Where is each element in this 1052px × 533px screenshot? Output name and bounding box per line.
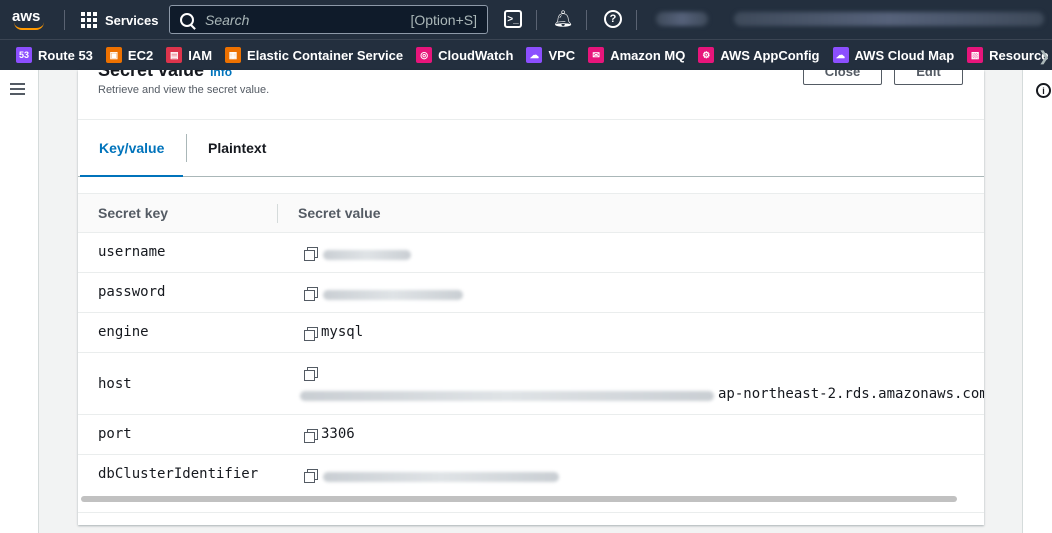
vpc-icon: ☁: [526, 47, 543, 63]
search-input[interactable]: Search [Option+S]: [169, 5, 488, 34]
copy-icon[interactable]: [304, 469, 318, 483]
favorite-label: AWS AppConfig: [720, 47, 820, 63]
favorite-cloudmap[interactable]: ☁ AWS Cloud Map: [832, 47, 955, 63]
services-label: Services: [105, 12, 159, 28]
route53-icon: 53: [16, 47, 32, 63]
cloudwatch-icon: ◎: [416, 47, 433, 63]
favorite-label: Amazon MQ: [610, 47, 686, 63]
secret-key-cell: dbClusterIdentifier: [98, 466, 259, 482]
redacted-value: [323, 250, 411, 260]
secret-key-cell: password: [98, 284, 166, 300]
copy-icon[interactable]: [304, 287, 318, 301]
ec2-icon: ▣: [105, 47, 122, 63]
favorite-ec2[interactable]: ▣ EC2: [105, 47, 154, 63]
panel-title: Secret value Info: [98, 70, 232, 81]
secret-value-panel: Secret value Info Retrieve and view the …: [78, 70, 984, 525]
favorite-appconfig[interactable]: ⚙ AWS AppConfig: [698, 47, 820, 63]
services-grid-icon: [81, 12, 97, 28]
tab-key-value[interactable]: Key/value: [80, 120, 184, 177]
nav-divider: [536, 10, 537, 30]
right-tools-rail: i: [1022, 70, 1052, 533]
tab-list: Key/value Plaintext: [78, 120, 984, 177]
favorite-ecs[interactable]: ▦ Elastic Container Service: [225, 47, 403, 63]
close-button[interactable]: Close: [803, 70, 882, 85]
account-menu-redacted[interactable]: [734, 12, 1044, 26]
scrollbar-thumb[interactable]: [81, 496, 957, 502]
info-link[interactable]: Info: [210, 70, 232, 79]
horizontal-scrollbar[interactable]: [78, 494, 984, 504]
ecs-icon: ▦: [225, 47, 242, 63]
favorite-iam[interactable]: ▤ IAM: [166, 47, 212, 63]
secret-value-cell: mysql: [321, 324, 364, 340]
secret-value-cell: 3306: [321, 426, 355, 442]
table-row: port 3306: [78, 415, 984, 455]
nav-divider: [636, 10, 637, 30]
menu-hamburger-icon[interactable]: [10, 83, 25, 95]
favorite-label: CloudWatch: [438, 47, 514, 63]
favorite-label: IAM: [188, 47, 213, 63]
panel-description: Retrieve and view the secret value.: [98, 84, 270, 96]
secret-value-cell: ap-northeast-2.rds.amazonaws.com: [718, 386, 984, 402]
iam-icon: ▤: [166, 47, 183, 63]
favorite-cloudwatch[interactable]: ◎ CloudWatch: [416, 47, 513, 63]
copy-icon[interactable]: [304, 367, 318, 381]
redacted-value: [323, 290, 463, 300]
favorite-label: AWS Cloud Map: [854, 47, 955, 63]
secret-key-cell: engine: [98, 324, 149, 340]
secret-key-cell: username: [98, 244, 166, 260]
search-shortcut: [Option+S]: [410, 11, 477, 28]
copy-icon[interactable]: [304, 429, 318, 443]
nav-divider: [64, 10, 65, 30]
table-row: engine mysql: [78, 313, 984, 353]
secret-key-cell: port: [98, 426, 132, 442]
tab-divider: [186, 134, 187, 162]
panel-header: Secret value Info Retrieve and view the …: [78, 70, 984, 120]
cloudshell-icon[interactable]: >_: [504, 10, 522, 28]
info-panel-icon[interactable]: i: [1036, 83, 1051, 98]
copy-icon[interactable]: [304, 247, 318, 261]
favorite-label: EC2: [127, 47, 154, 63]
appconfig-icon: ⚙: [698, 47, 715, 63]
secret-key-cell: host: [98, 376, 132, 392]
aws-smile-icon: [14, 22, 44, 30]
table-header: Secret key Secret value: [78, 194, 984, 233]
favorite-label: Elastic Container Service: [247, 47, 404, 63]
edit-button[interactable]: Edit: [894, 70, 963, 85]
aws-logo[interactable]: aws: [12, 8, 48, 32]
favorites-bar: 53 Route 53 ▣ EC2 ▤ IAM ▦ Elastic Container Ser…: [0, 39, 1052, 70]
redacted-value: [300, 391, 714, 401]
favorite-label: Route 53: [38, 47, 93, 63]
favorite-amazonmq[interactable]: ✉ Amazon MQ: [588, 47, 685, 63]
favorite-vpc[interactable]: ☁ VPC: [526, 47, 575, 63]
top-navigation: aws Services Search [Option+S] >_ 🔔︎ ?: [0, 0, 1052, 39]
column-divider[interactable]: [277, 204, 278, 223]
region-menu-redacted[interactable]: [656, 12, 708, 26]
search-icon: [180, 12, 194, 27]
table-row: dbClusterIdentifier: [78, 455, 984, 495]
table-row: username: [78, 233, 984, 273]
nav-divider: [586, 10, 587, 30]
column-header-secret-key[interactable]: Secret key: [98, 205, 168, 221]
left-navigation-rail: [0, 70, 39, 533]
notifications-bell-icon[interactable]: 🔔︎: [553, 10, 573, 28]
chevron-right-icon[interactable]: ❯: [1038, 48, 1050, 65]
panel-divider: [78, 512, 984, 513]
redacted-value: [323, 472, 559, 482]
services-menu-button[interactable]: Services: [81, 11, 159, 29]
favorite-label: VPC: [548, 47, 576, 63]
panel-title-text: Secret value: [98, 70, 205, 80]
table-row: host ap-northeast-2.rds.amazonaws.com: [78, 353, 984, 415]
table-row: password: [78, 273, 984, 313]
tab-plaintext[interactable]: Plaintext: [208, 120, 266, 176]
column-header-secret-value: Secret value: [298, 205, 381, 221]
copy-icon[interactable]: [304, 327, 318, 341]
resourcegroups-icon: ▧: [967, 47, 984, 63]
help-icon[interactable]: ?: [604, 10, 622, 28]
search-placeholder: Search: [205, 11, 250, 28]
favorite-route53[interactable]: 53 Route 53: [16, 47, 93, 63]
secret-table: Secret key Secret value username passwor…: [78, 193, 984, 495]
amazonmq-icon: ✉: [588, 47, 605, 63]
cloudmap-icon: ☁: [832, 47, 849, 63]
